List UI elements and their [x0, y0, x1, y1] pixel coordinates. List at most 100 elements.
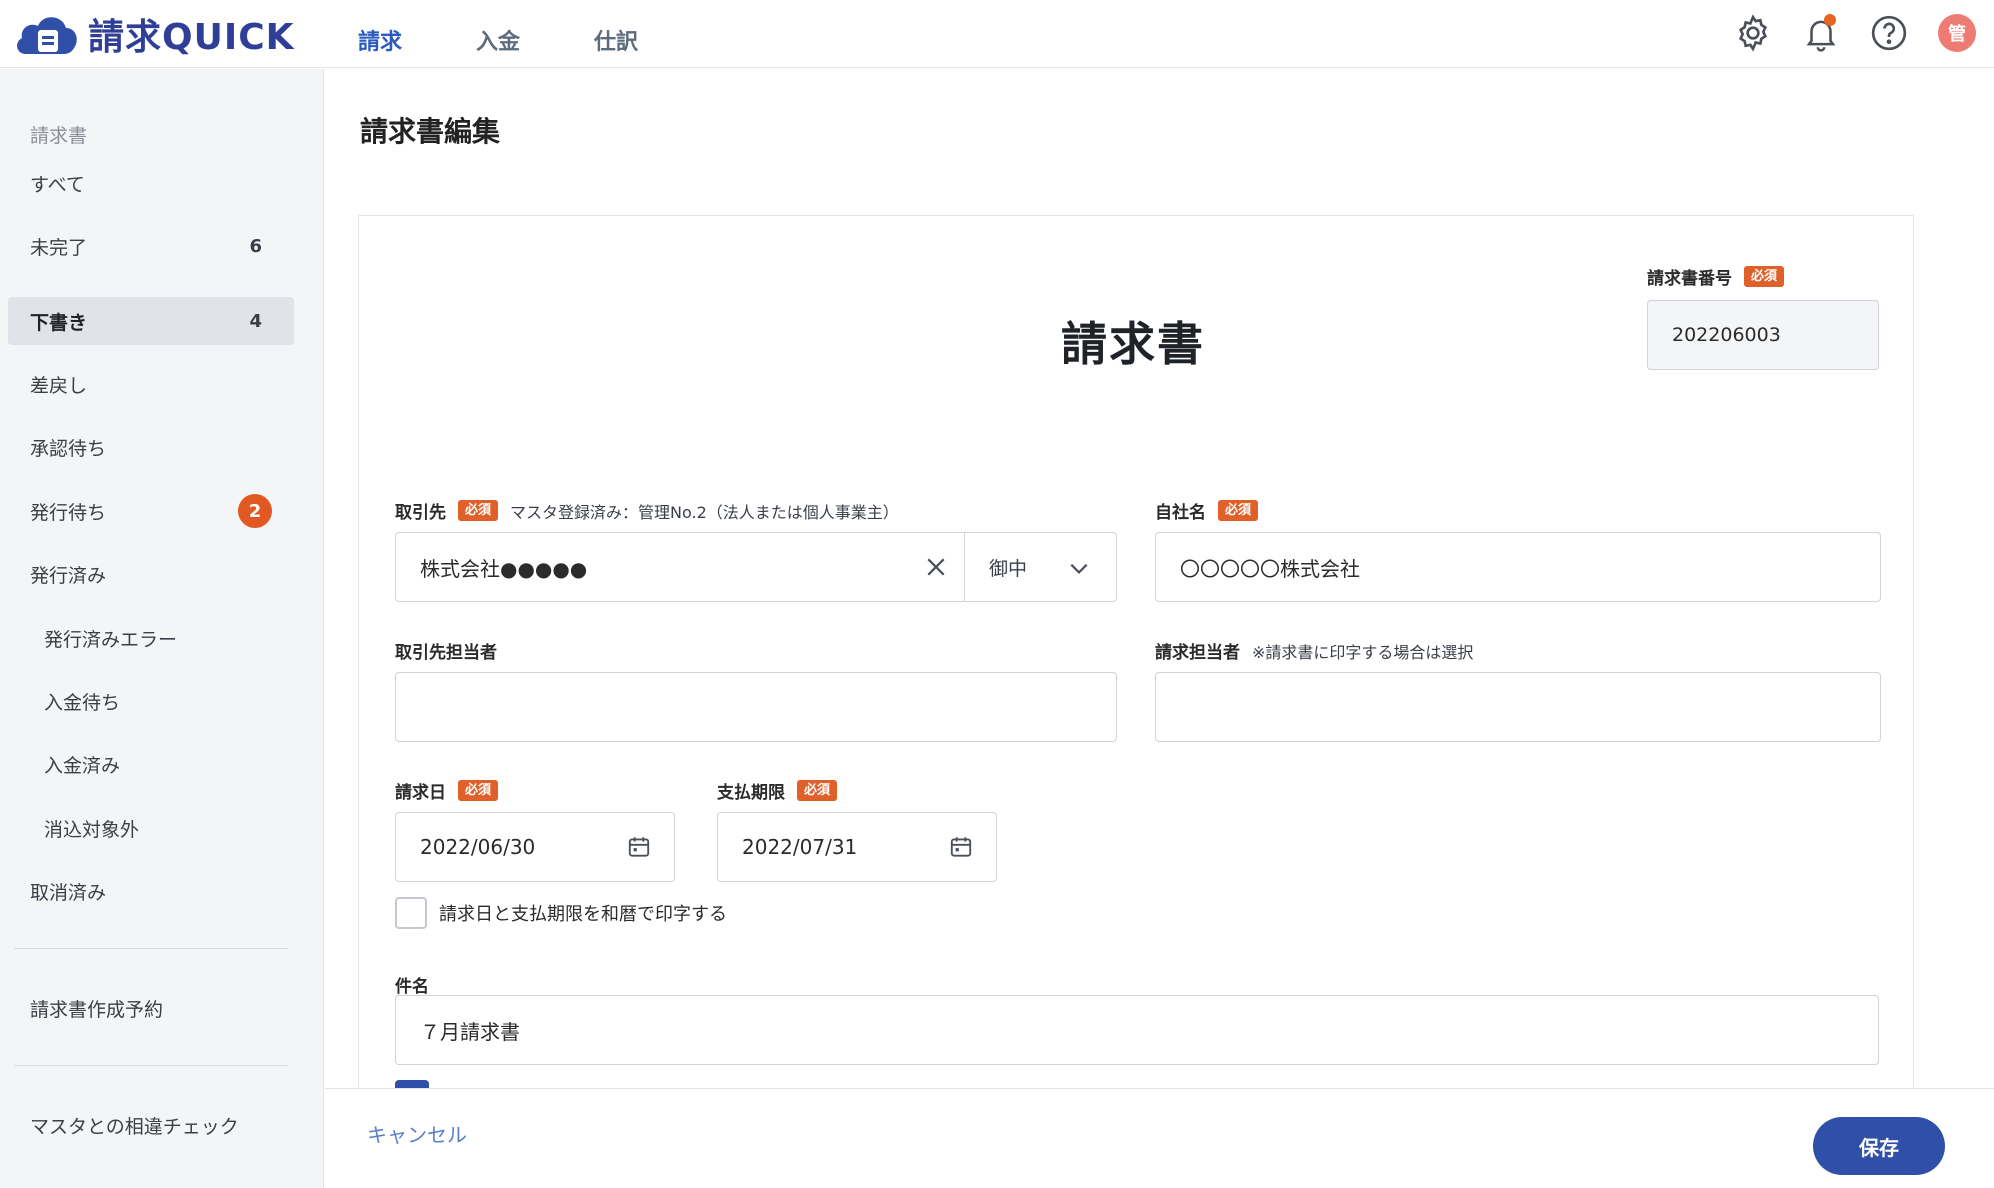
required-badge: 必須	[1218, 500, 1259, 521]
sidebar-item-reservation[interactable]: 請求書作成予約	[8, 984, 294, 1032]
sidebar-divider	[14, 948, 288, 949]
due-date-value: 2022/07/31	[742, 835, 858, 859]
due-date-label: 支払期限 必須	[717, 778, 838, 803]
invoice-number-value: 202206003	[1672, 324, 1781, 346]
sidebar-item-label: 請求書作成予約	[30, 998, 164, 1021]
honorific-value: 御中	[989, 557, 1028, 580]
billing-date-value: 2022/06/30	[420, 835, 536, 859]
sidebar-item-label: 発行済み	[30, 564, 107, 587]
company-name-value: 〇〇〇〇〇株式会社	[1180, 556, 1360, 581]
sidebar-item-label: 発行待ち	[30, 501, 107, 524]
sidebar-item-awaiting-issue[interactable]: 発行待ち 2	[8, 487, 294, 535]
billing-contact-label: 請求担当者 ※請求書に印字する場合は選択	[1155, 638, 1474, 664]
required-badge: 必須	[458, 500, 499, 521]
close-icon	[927, 558, 945, 576]
clear-client-button[interactable]	[908, 556, 964, 578]
subject-field[interactable]: ７月請求書	[395, 995, 1879, 1065]
sidebar-item-drafts[interactable]: 下書き 4	[8, 297, 294, 345]
main-nav: 請求 入金 仕訳	[358, 24, 712, 62]
field-label-text: 自社名	[1155, 503, 1206, 523]
billing-date-field[interactable]: 2022/06/30	[395, 812, 675, 882]
sidebar-item-awaiting-approval[interactable]: 承認待ち	[8, 423, 294, 471]
help-icon	[1871, 15, 1907, 51]
wareki-checkbox[interactable]	[395, 897, 427, 929]
sidebar-item-returned[interactable]: 差戻し	[8, 360, 294, 408]
due-date-picker-button[interactable]	[926, 834, 996, 860]
notification-dot	[1824, 14, 1836, 26]
client-select[interactable]: 株式会社●●●●● 御中	[395, 532, 1117, 602]
user-menu-button[interactable]: 管	[1932, 8, 1982, 58]
drafts-count: 4	[249, 310, 262, 332]
sidebar-item-excluded[interactable]: 消込対象外	[8, 804, 294, 852]
sidebar-item-all[interactable]: すべて	[8, 159, 294, 207]
sidebar-item-label: 消込対象外	[44, 818, 140, 841]
tab-payment[interactable]: 入金	[476, 24, 520, 62]
sidebar-item-paid[interactable]: 入金済み	[8, 740, 294, 788]
sidebar-item-label: すべて	[30, 173, 85, 196]
company-name-field[interactable]: 〇〇〇〇〇株式会社	[1155, 532, 1881, 602]
sidebar-item-issued[interactable]: 発行済み	[8, 550, 294, 598]
action-footer: キャンセル 保存	[325, 1088, 1994, 1188]
tab-billing[interactable]: 請求	[358, 24, 402, 62]
wareki-checkbox-label: 請求日と支払期限を和暦で印字する	[439, 904, 727, 925]
sidebar-item-incomplete[interactable]: 未完了 6	[8, 222, 294, 270]
field-label-text: 件名	[395, 977, 429, 997]
billing-date-picker-button[interactable]	[604, 834, 674, 860]
app-title: 請求QUICK	[88, 17, 295, 58]
sidebar-section-invoices: 請求書	[30, 125, 88, 147]
required-badge: 必須	[1744, 266, 1785, 287]
sidebar-item-label: 下書き	[30, 311, 88, 334]
client-master-note: マスタ登録済み：管理No.2（法人または個人事業主）	[510, 502, 899, 522]
field-label-text: 取引先	[395, 503, 446, 523]
app-logo[interactable]: 請求QUICK	[12, 6, 295, 62]
billing-contact-note: ※請求書に印字する場合は選択	[1252, 642, 1474, 662]
billing-date-label: 請求日 必須	[395, 778, 499, 803]
top-header: 請求QUICK 請求 入金 仕訳 管	[0, 0, 1994, 68]
awaiting-issue-badge: 2	[238, 494, 272, 528]
field-label-text: 取引先担当者	[395, 643, 497, 663]
incomplete-count: 6	[249, 235, 262, 257]
company-label: 自社名 必須	[1155, 498, 1259, 523]
sidebar-item-issued-error[interactable]: 発行済みエラー	[8, 614, 294, 662]
field-label-text: 請求担当者	[1155, 643, 1240, 663]
sidebar-item-label: 承認待ち	[30, 437, 107, 460]
calendar-icon	[628, 837, 650, 857]
sidebar-item-cancelled[interactable]: 取消済み	[8, 867, 294, 915]
sidebar-item-label: 入金済み	[44, 754, 121, 777]
sidebar-item-label: 取消済み	[30, 881, 107, 904]
sidebar-item-label: 差戻し	[30, 374, 88, 397]
honorific-select[interactable]: 御中	[964, 533, 1116, 601]
settings-button[interactable]	[1728, 8, 1778, 58]
client-value: 株式会社●●●●●	[420, 556, 588, 581]
save-button[interactable]: 保存	[1813, 1117, 1945, 1175]
required-badge: 必須	[458, 780, 499, 801]
client-contact-label: 取引先担当者	[395, 638, 497, 663]
page-title: 請求書編集	[360, 115, 501, 148]
cancel-button[interactable]: キャンセル	[367, 1119, 467, 1148]
wareki-checkbox-row[interactable]: 請求日と支払期限を和暦で印字する	[395, 897, 727, 929]
cloud-logo-icon	[17, 17, 77, 54]
help-button[interactable]	[1864, 8, 1914, 58]
due-date-field[interactable]: 2022/07/31	[717, 812, 997, 882]
sidebar-item-master-check[interactable]: マスタとの相違チェック	[8, 1101, 294, 1149]
client-label: 取引先 必須 マスタ登録済み：管理No.2（法人または個人事業主）	[395, 498, 899, 523]
tab-journal[interactable]: 仕訳	[594, 24, 638, 62]
sidebar-item-label: 未完了	[30, 236, 88, 259]
chevron-down-icon	[1070, 563, 1088, 574]
field-label-text: 請求書番号	[1647, 269, 1732, 289]
client-contact-field[interactable]	[395, 672, 1117, 742]
field-label-text: 支払期限	[717, 783, 785, 803]
sidebar: 請求書 すべて 未完了 6 下書き 4 差戻し 承認待ち 発行待ち 2 発行済み…	[0, 69, 324, 1188]
subject-label: 件名	[395, 972, 429, 997]
field-label-text: 請求日	[395, 783, 446, 803]
sidebar-item-label: 入金待ち	[44, 691, 121, 714]
invoice-number-field[interactable]: 202206003	[1647, 300, 1879, 370]
billing-contact-field[interactable]	[1155, 672, 1881, 742]
notifications-button[interactable]	[1796, 8, 1846, 58]
invoice-number-label: 請求書番号 必須	[1647, 264, 1785, 289]
calendar-icon	[950, 837, 972, 857]
sidebar-item-awaiting-payment[interactable]: 入金待ち	[8, 677, 294, 725]
required-badge: 必須	[797, 780, 838, 801]
gear-icon	[1738, 14, 1768, 52]
header-actions: 管	[1710, 8, 1982, 58]
